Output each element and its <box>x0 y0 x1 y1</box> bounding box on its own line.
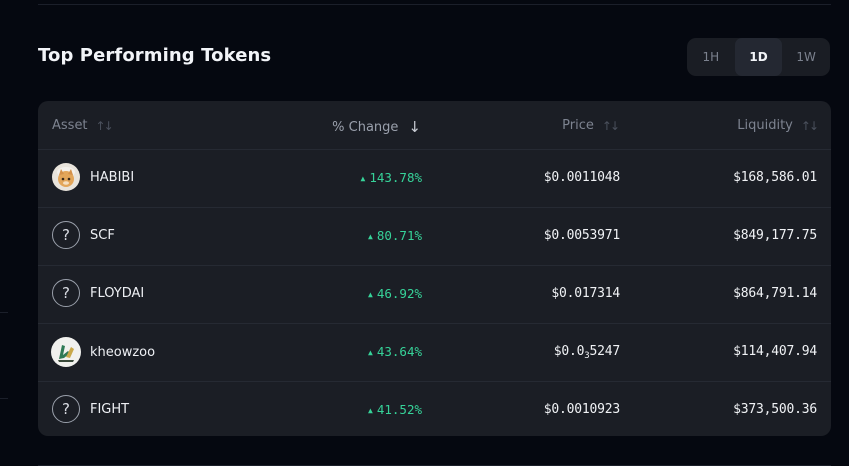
table-row[interactable]: ? FIGHT ▲ 41.52% $0.0010923 $373,500.36 <box>38 382 831 436</box>
change-value: ▲ 80.71% <box>368 228 422 243</box>
sort-descending-icon: ↓ <box>408 118 421 136</box>
up-triangle-icon: ▲ <box>368 290 373 299</box>
table-row[interactable]: kheowzoo ▲ 43.64% $0.035247 $114,407.94 <box>38 324 831 382</box>
range-1w-button[interactable]: 1W <box>782 38 830 76</box>
table-header: Asset ↑↓ % Change ↓ Price ↑↓ Liquidity ↑… <box>38 101 831 150</box>
asset-name: FIGHT <box>90 401 130 417</box>
question-icon: ? <box>52 221 80 249</box>
asset-name: FLOYDAI <box>90 285 145 301</box>
up-triangle-icon: ▲ <box>368 348 373 357</box>
sort-icon: ↑↓ <box>800 118 819 133</box>
price-value: $0.0011048 <box>543 170 620 185</box>
range-1d-button[interactable]: 1D <box>734 38 783 76</box>
price-value: $0.0053971 <box>543 228 620 243</box>
price-value: $0.0010923 <box>543 402 620 417</box>
column-header-asset[interactable]: Asset ↑↓ <box>52 118 114 133</box>
asset-cell: HABIBI <box>52 163 134 191</box>
asset-cell: ? FIGHT <box>52 395 129 423</box>
divider <box>0 398 8 399</box>
table-body: HABIBI ▲ 143.78% $0.0011048 $168,586.01 ?… <box>38 150 831 436</box>
price-value: $0.017314 <box>551 286 620 301</box>
price-zero-count: 3 <box>584 351 590 361</box>
asset-cell: ? FLOYDAI <box>52 279 144 307</box>
liquidity-value: $373,500.36 <box>733 402 817 417</box>
time-range-toggle: 1H 1D 1W <box>687 38 830 76</box>
change-value: ▲ 41.52% <box>368 402 422 417</box>
liquidity-value: $168,586.01 <box>733 170 817 185</box>
section-title: Top Performing Tokens <box>38 45 272 66</box>
asset-name: SCF <box>90 227 115 243</box>
asset-cell: kheowzoo <box>51 337 156 367</box>
change-value: ▲ 143.78% <box>360 170 422 185</box>
table-row[interactable]: HABIBI ▲ 143.78% $0.0011048 $168,586.01 <box>38 150 831 208</box>
column-header-liquidity[interactable]: Liquidity ↑↓ <box>737 118 819 133</box>
asset-cell: ? SCF <box>52 221 115 249</box>
top-divider <box>38 4 831 5</box>
cat-avatar-icon <box>52 163 80 191</box>
change-value: ▲ 46.92% <box>368 286 422 301</box>
liquidity-value: $864,791.14 <box>733 286 817 301</box>
sort-icon: ↑↓ <box>601 118 620 133</box>
change-value: ▲ 43.64% <box>368 344 422 359</box>
up-triangle-icon: ▲ <box>368 232 373 241</box>
table-row[interactable]: ? SCF ▲ 80.71% $0.0053971 $849,177.75 <box>38 208 831 266</box>
table-row[interactable]: ? FLOYDAI ▲ 46.92% $0.017314 $864,791.14 <box>38 266 831 324</box>
question-icon: ? <box>52 279 80 307</box>
liquidity-value: $849,177.75 <box>733 228 817 243</box>
price-value: $0.035247 <box>553 344 620 361</box>
tokens-table: Asset ↑↓ % Change ↓ Price ↑↓ Liquidity ↑… <box>38 101 831 436</box>
column-header-price[interactable]: Price ↑↓ <box>562 118 620 133</box>
asset-name: HABIBI <box>90 169 135 185</box>
question-icon: ? <box>52 395 80 423</box>
sort-icon: ↑↓ <box>95 118 114 133</box>
liquidity-value: $114,407.94 <box>733 344 817 359</box>
asset-name: kheowzoo <box>90 344 156 360</box>
column-header-change[interactable]: % Change ↓ <box>332 118 421 136</box>
zoo-logo-icon <box>51 337 81 367</box>
divider <box>0 312 8 313</box>
up-triangle-icon: ▲ <box>360 174 366 183</box>
up-triangle-icon: ▲ <box>368 406 373 415</box>
range-1h-button[interactable]: 1H <box>687 38 735 76</box>
